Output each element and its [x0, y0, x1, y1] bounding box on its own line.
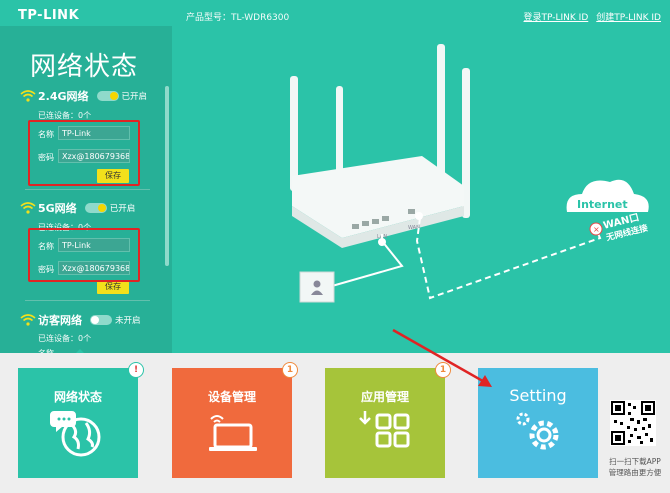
annotation-arrow: [392, 328, 489, 386]
annotation-arrowhead: [478, 375, 492, 387]
annotation-arrow-overlay: [392, 328, 492, 387]
qr-caption-line2: 管理路由更方便: [608, 468, 662, 477]
qr-code: [610, 400, 656, 446]
qr-caption-line1: 扫一扫下载APP: [609, 457, 661, 466]
qr-caption: 扫一扫下载APP 管理路由更方便: [600, 456, 670, 478]
